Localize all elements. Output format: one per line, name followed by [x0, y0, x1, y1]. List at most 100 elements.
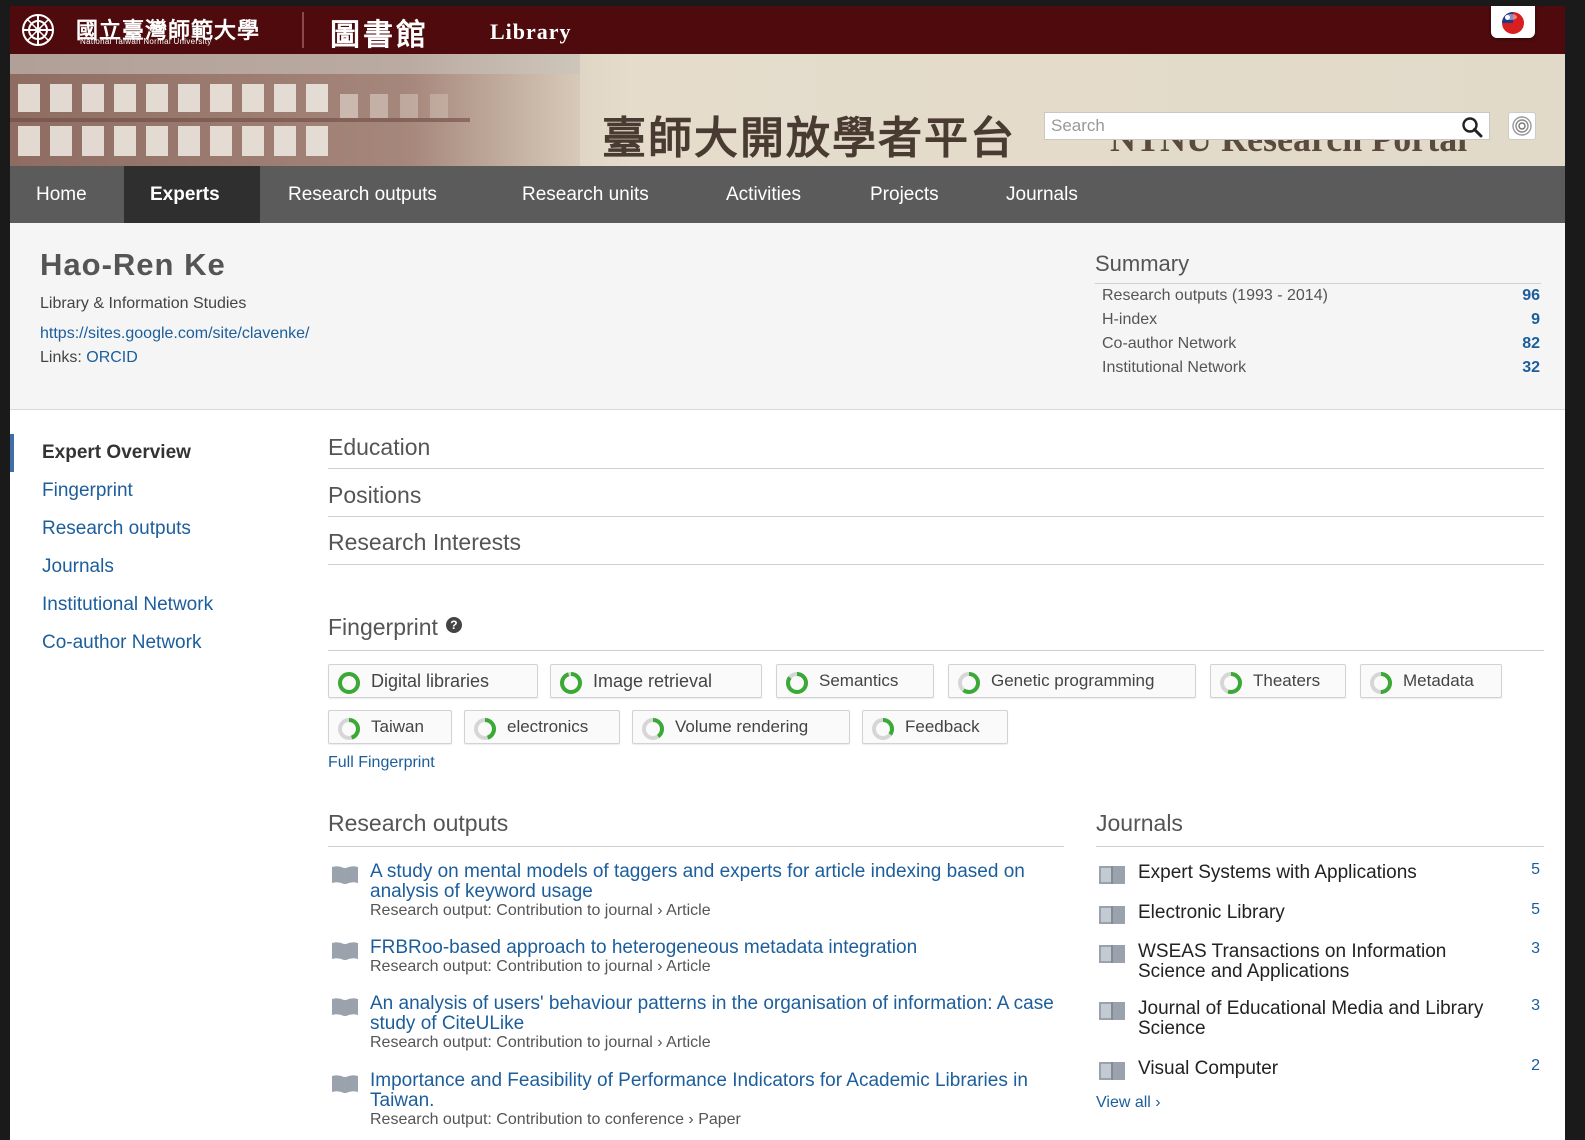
concept-label: Theaters: [1253, 671, 1321, 690]
fingerprint-chip[interactable]: Taiwan: [328, 710, 452, 744]
journal-title[interactable]: Visual Computer: [1138, 1059, 1518, 1079]
portal-title-zh: 臺師大開放學者平台: [602, 113, 1016, 164]
research-output-title[interactable]: A study on mental models of taggers and …: [370, 862, 1070, 902]
research-output-title[interactable]: An analysis of users' behaviour patterns…: [370, 994, 1070, 1034]
library-name-en[interactable]: Library: [490, 19, 572, 45]
sidebar-item-co-author-network[interactable]: Co-author Network: [42, 632, 201, 654]
concept-weight-ring-icon: [560, 672, 582, 694]
summary-label: Institutional Network: [1102, 359, 1247, 376]
question-icon[interactable]: ?: [445, 617, 462, 633]
journal-title[interactable]: WSEAS Transactions on Information Scienc…: [1138, 942, 1518, 982]
fingerprint-search-button[interactable]: [1508, 112, 1536, 140]
research-interests-heading[interactable]: Research Interests: [328, 529, 1544, 556]
personal-website-link[interactable]: https://sites.google.com/site/clavenke/: [40, 325, 309, 343]
book-icon: [332, 942, 358, 960]
research-output-meta: Research output: Contribution to confere…: [370, 1111, 741, 1128]
journal-icon: [1099, 1062, 1125, 1080]
external-links: Links: ORCID: [40, 349, 138, 367]
summary-value[interactable]: 32: [1522, 359, 1540, 377]
divider: [328, 650, 1544, 651]
fingerprint-chip[interactable]: Theaters: [1210, 664, 1346, 698]
summary-label: Co-author Network: [1102, 335, 1237, 352]
concept-label: Feedback: [905, 717, 980, 736]
nav-experts[interactable]: Experts: [124, 166, 260, 223]
divider: [328, 846, 1064, 847]
top-bar: 國立臺灣師範大學 National Taiwan Normal Universi…: [10, 6, 1565, 54]
concept-weight-ring-icon: [958, 672, 980, 694]
journal-count[interactable]: 5: [1531, 861, 1540, 879]
summary-divider: [1095, 283, 1541, 284]
taiwan-flag-icon: [1502, 12, 1524, 34]
journal-title[interactable]: Electronic Library: [1138, 903, 1518, 923]
concept-label: Semantics: [819, 671, 899, 690]
summary-title: Summary: [1095, 251, 1190, 276]
journals-heading[interactable]: Journals: [1096, 810, 1544, 837]
view-all-journals-link[interactable]: View all ›: [1096, 1094, 1161, 1112]
links-label: Links:: [40, 349, 82, 366]
search-input[interactable]: [1045, 113, 1457, 139]
profile-header: Hao-Ren Ke Library & Information Studies…: [10, 223, 1565, 410]
fingerprint-heading: Fingerprint?: [328, 614, 1544, 641]
fingerprint-chip[interactable]: Metadata: [1360, 664, 1502, 698]
divider: [328, 516, 1544, 517]
department-link[interactable]: Library & Information Studies: [40, 295, 246, 313]
summary-label: H-index: [1102, 311, 1158, 328]
book-icon: [332, 1075, 358, 1093]
sidebar-item-journals[interactable]: Journals: [42, 556, 114, 578]
sidebar-item-expert-overview[interactable]: Expert Overview: [42, 442, 191, 464]
nav-research-outputs[interactable]: Research outputs: [262, 166, 463, 223]
fingerprint-chip[interactable]: Volume rendering: [632, 710, 850, 744]
book-icon: [332, 998, 358, 1016]
orcid-link[interactable]: ORCID: [86, 349, 138, 366]
full-fingerprint-link[interactable]: Full Fingerprint: [328, 754, 435, 772]
nav-home[interactable]: Home: [10, 166, 113, 223]
sidebar-item-fingerprint[interactable]: Fingerprint: [42, 480, 133, 502]
journal-icon: [1099, 866, 1125, 884]
nav-research-units[interactable]: Research units: [496, 166, 675, 223]
building-image: [10, 54, 580, 166]
education-heading[interactable]: Education: [328, 434, 1544, 461]
summary-value: 9: [1531, 311, 1540, 328]
positions-heading[interactable]: Positions: [328, 482, 1544, 509]
research-output-meta: Research output: Contribution to journal…: [370, 902, 711, 919]
journal-title[interactable]: Expert Systems with Applications: [1138, 863, 1518, 883]
concept-label: Taiwan: [371, 717, 424, 736]
sidebar-item-research-outputs[interactable]: Research outputs: [42, 518, 191, 540]
fingerprint-chip[interactable]: electronics: [464, 710, 620, 744]
library-name-zh[interactable]: 圖書館: [330, 10, 429, 54]
sidebar-item-institutional-network[interactable]: Institutional Network: [42, 594, 213, 616]
divider: [1096, 846, 1544, 847]
book-icon: [332, 866, 358, 884]
fingerprint-chip[interactable]: Feedback: [862, 710, 1008, 744]
search-icon[interactable]: [1461, 116, 1483, 138]
journal-count[interactable]: 3: [1531, 940, 1540, 958]
summary-value[interactable]: 82: [1522, 335, 1540, 353]
sidebar-active-indicator: [10, 434, 14, 472]
concept-label: electronics: [507, 717, 589, 736]
summary-value[interactable]: 96: [1522, 287, 1540, 305]
research-output-title[interactable]: Importance and Feasibility of Performanc…: [370, 1071, 1070, 1111]
research-outputs-heading[interactable]: Research outputs: [328, 810, 1064, 837]
banner: 臺師大開放學者平台 NTNU Research Portal: [10, 54, 1565, 166]
university-name-en: National Taiwan Normal University: [80, 37, 212, 46]
fingerprint-icon: [1512, 116, 1532, 136]
page: 國立臺灣師範大學 National Taiwan Normal Universi…: [10, 6, 1565, 1140]
journal-count[interactable]: 5: [1531, 901, 1540, 919]
fingerprint-chip[interactable]: Genetic programming: [948, 664, 1196, 698]
research-output-title[interactable]: FRBRoo-based approach to heterogeneous m…: [370, 938, 1070, 958]
concept-label: Image retrieval: [593, 671, 713, 691]
journal-count[interactable]: 3: [1531, 997, 1540, 1015]
concept-weight-ring-icon: [338, 718, 360, 740]
fingerprint-chip[interactable]: Semantics: [776, 664, 934, 698]
nav-projects[interactable]: Projects: [844, 166, 965, 223]
concept-weight-ring-icon: [642, 718, 664, 740]
fingerprint-chip[interactable]: Digital libraries: [328, 664, 538, 698]
nav-activities[interactable]: Activities: [700, 166, 827, 223]
journal-title[interactable]: Journal of Educational Media and Library…: [1138, 999, 1518, 1039]
journal-count[interactable]: 2: [1531, 1057, 1540, 1075]
fingerprint-chip[interactable]: Image retrieval: [550, 664, 762, 698]
nav-journals[interactable]: Journals: [980, 166, 1104, 223]
university-logo[interactable]: 國立臺灣師範大學 National Taiwan Normal Universi…: [16, 11, 298, 49]
language-switch-button[interactable]: [1491, 6, 1535, 38]
search-box: [1044, 112, 1490, 140]
